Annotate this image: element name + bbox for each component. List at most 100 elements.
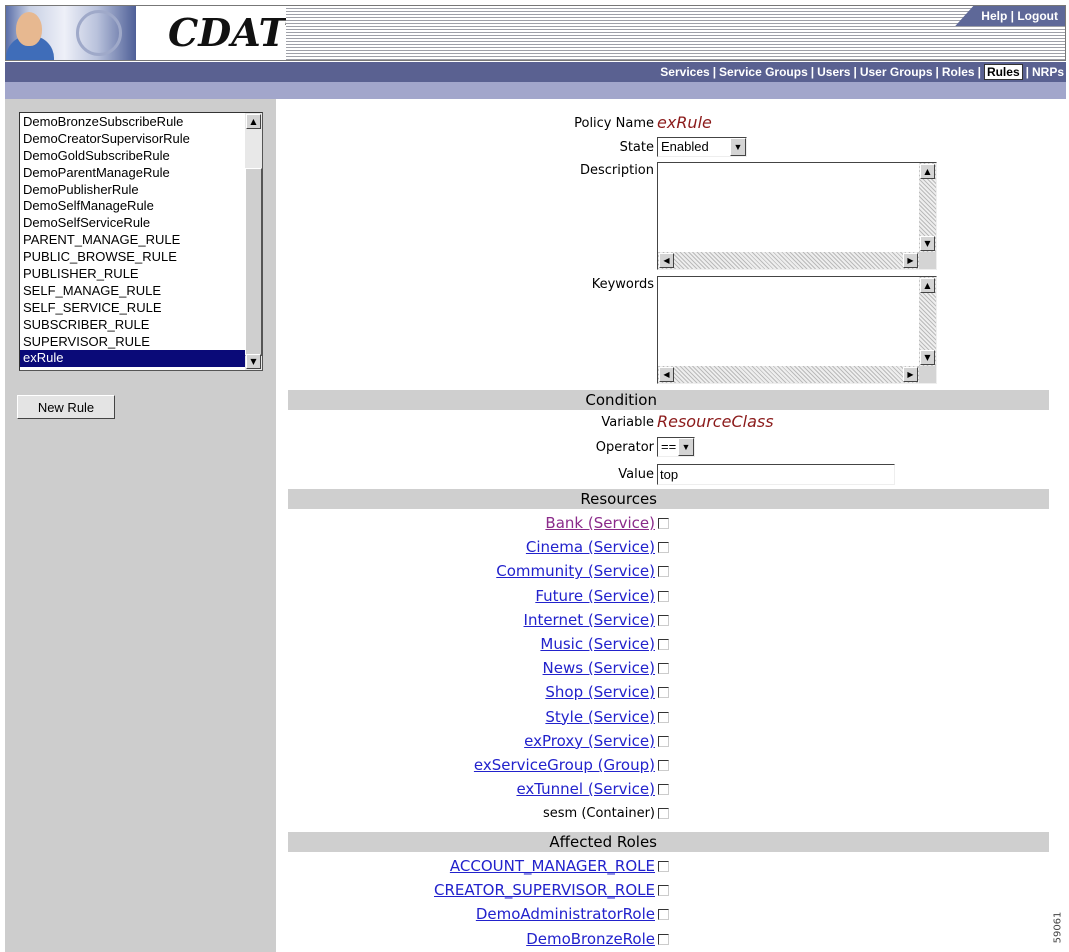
nav-item-rules[interactable]: Rules: [983, 64, 1023, 80]
utility-separator: |: [1010, 9, 1014, 23]
help-link[interactable]: Help: [981, 9, 1007, 23]
rule-list-item[interactable]: PUBLIC_BROWSE_RULE: [20, 249, 246, 266]
scroll-left-icon[interactable]: ◀: [659, 253, 674, 268]
resource-link[interactable]: Community (Service): [496, 560, 655, 583]
role-row: ACCOUNT_MANAGER_ROLE: [276, 855, 1066, 878]
resource-checkbox[interactable]: [658, 711, 669, 723]
description-textarea[interactable]: ▲ ▼ ◀ ▶: [657, 162, 937, 270]
nav-item-services[interactable]: Services: [660, 65, 709, 79]
resource-checkbox[interactable]: [658, 808, 669, 820]
rule-list-item[interactable]: SELF_SERVICE_RULE: [20, 300, 246, 317]
resource-checkbox[interactable]: [658, 518, 669, 529]
resource-link[interactable]: News (Service): [543, 657, 655, 680]
scroll-down-icon[interactable]: ▼: [920, 350, 935, 365]
nav-item-service-groups[interactable]: Service Groups: [719, 65, 808, 79]
resource-checkbox[interactable]: [658, 566, 669, 578]
resource-link[interactable]: Cinema (Service): [526, 536, 655, 559]
resource-checkbox[interactable]: [658, 663, 669, 675]
rule-list-item[interactable]: DemoPublisherRule: [20, 182, 246, 199]
operator-select[interactable]: == ▼: [657, 437, 695, 457]
resource-checkbox[interactable]: [658, 542, 669, 554]
rule-list-item[interactable]: SELF_MANAGE_RULE: [20, 283, 246, 300]
keywords-textarea[interactable]: ▲ ▼ ◀ ▶: [657, 276, 937, 384]
utility-links: Help | Logout: [955, 6, 1065, 26]
role-link[interactable]: CREATOR_SUPERVISOR_ROLE: [434, 879, 655, 902]
resource-checkbox[interactable]: [658, 687, 669, 699]
resource-link[interactable]: Future (Service): [535, 585, 655, 608]
role-checkbox[interactable]: [658, 909, 669, 921]
rule-list-item[interactable]: exRule: [20, 350, 246, 368]
resource-link[interactable]: exTunnel (Service): [516, 778, 655, 801]
state-label: State: [619, 140, 654, 155]
role-link[interactable]: DemoBronzeRole: [526, 928, 655, 951]
resource-row: Future (Service): [276, 585, 1066, 608]
role-checkbox[interactable]: [658, 861, 669, 872]
role-row: DemoAdministratorRole: [276, 903, 1066, 926]
role-link[interactable]: DemoAdministratorRole: [476, 903, 655, 926]
resources-section-header: Resources: [288, 489, 1049, 509]
state-select-value: Enabled: [661, 139, 709, 154]
policy-name-label: Policy Name: [574, 116, 654, 131]
scroll-right-icon[interactable]: ▶: [903, 253, 918, 268]
scroll-up-icon[interactable]: ▲: [920, 164, 935, 179]
resource-link[interactable]: Style (Service): [545, 706, 655, 729]
resource-link[interactable]: exProxy (Service): [524, 730, 655, 753]
rule-list-item[interactable]: DemoSelfServiceRule: [20, 215, 246, 232]
scroll-down-icon[interactable]: ▼: [246, 354, 261, 369]
value-input[interactable]: top: [657, 464, 895, 485]
rule-list-item[interactable]: PUBLISHER_RULE: [20, 266, 246, 283]
resource-checkbox[interactable]: [658, 784, 669, 796]
scroll-up-icon[interactable]: ▲: [920, 278, 935, 293]
rule-list-item[interactable]: DemoSelfManageRule: [20, 198, 246, 215]
state-select[interactable]: Enabled ▼: [657, 137, 747, 157]
resource-link[interactable]: exServiceGroup (Group): [474, 754, 655, 777]
new-rule-button[interactable]: New Rule: [17, 395, 115, 419]
resource-label: sesm (Container): [542, 806, 655, 822]
chevron-down-icon: ▼: [678, 438, 694, 456]
role-checkbox[interactable]: [658, 885, 669, 897]
rule-listbox[interactable]: DemoBronzeSubscribeRule DemoCreatorSuperv…: [19, 112, 263, 371]
resource-link[interactable]: Bank (Service): [545, 512, 655, 535]
rule-list-item[interactable]: SUPERVISOR_RULE: [20, 334, 246, 351]
nav-item-user-groups[interactable]: User Groups: [860, 65, 933, 79]
rule-list-item[interactable]: DemoGoldSubscribeRule: [20, 148, 246, 165]
resource-checkbox[interactable]: [658, 735, 669, 747]
nav-separator: |: [1025, 65, 1029, 79]
nav-item-users[interactable]: Users: [817, 65, 850, 79]
rule-list-item[interactable]: DemoBronzeSubscribeRule: [20, 114, 246, 131]
rule-list-item[interactable]: SUBSCRIBER_RULE: [20, 317, 246, 334]
operator-select-value: ==: [661, 439, 677, 454]
resource-link[interactable]: Shop (Service): [545, 681, 655, 704]
keywords-hscroll[interactable]: [658, 366, 919, 383]
scroll-thumb[interactable]: [245, 168, 262, 356]
resource-row: Internet (Service): [276, 609, 1066, 632]
resource-checkbox[interactable]: [658, 760, 669, 771]
rule-list-scrollbar[interactable]: ▲ ▼: [245, 113, 262, 370]
role-checkbox[interactable]: [658, 933, 669, 945]
scroll-down-icon[interactable]: ▼: [920, 236, 935, 251]
resource-link[interactable]: Internet (Service): [524, 609, 655, 632]
operator-label: Operator: [595, 440, 654, 455]
resource-row: Community (Service): [276, 560, 1066, 583]
rule-list-item[interactable]: PARENT_MANAGE_RULE: [20, 232, 246, 249]
scroll-left-icon[interactable]: ◀: [659, 367, 674, 382]
resource-checkbox[interactable]: [658, 639, 669, 650]
rule-list-item[interactable]: DemoCreatorSupervisorRule: [20, 131, 246, 148]
role-link[interactable]: ACCOUNT_MANAGER_ROLE: [450, 855, 655, 878]
resource-link[interactable]: Music (Service): [540, 633, 655, 656]
logo-image: [6, 6, 136, 60]
resource-checkbox[interactable]: [658, 614, 669, 626]
sub-nav-bar: [5, 82, 1066, 99]
nav-item-roles[interactable]: Roles: [942, 65, 975, 79]
resources-section-title: Resources: [580, 490, 657, 508]
rule-list-items: DemoBronzeSubscribeRule DemoCreatorSuperv…: [20, 114, 246, 368]
nav-item-nrps[interactable]: NRPs: [1032, 65, 1064, 79]
scroll-up-icon[interactable]: ▲: [246, 114, 261, 129]
scroll-right-icon[interactable]: ▶: [903, 367, 918, 382]
resource-row: sesm (Container): [276, 802, 1066, 825]
resource-row: exServiceGroup (Group): [276, 754, 1066, 777]
description-hscroll[interactable]: [658, 252, 919, 269]
logout-link[interactable]: Logout: [1017, 9, 1058, 23]
resource-checkbox[interactable]: [658, 590, 669, 602]
rule-list-item[interactable]: DemoParentManageRule: [20, 165, 246, 182]
